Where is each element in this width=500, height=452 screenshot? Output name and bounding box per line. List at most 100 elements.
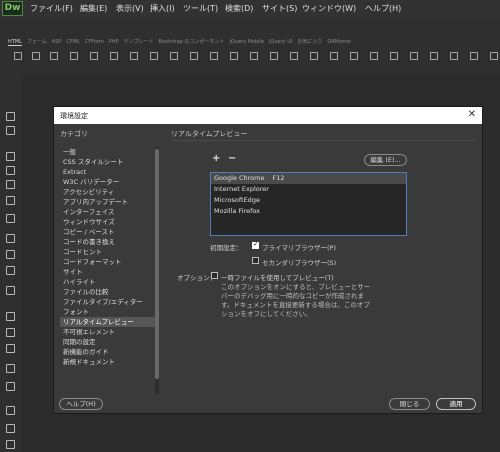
remove-browser-button[interactable]: − — [228, 154, 236, 164]
category-item[interactable]: アプリ内アップデート — [60, 197, 155, 207]
tab-cfml[interactable]: CFML — [66, 39, 79, 45]
menu-find[interactable]: 検索(D) — [225, 3, 253, 14]
script-icon[interactable] — [350, 52, 358, 60]
temp-file-label[interactable]: 一時ファイルを使用してプレビュー(T) — [221, 272, 334, 282]
figure-icon[interactable] — [110, 52, 118, 60]
category-item[interactable]: W3C バリデーター — [60, 177, 155, 187]
menu-more-icon[interactable] — [490, 52, 498, 60]
collapse-icon[interactable] — [6, 180, 15, 189]
secondary-browser-checkbox[interactable] — [252, 257, 259, 264]
menu-view[interactable]: 表示(V) — [116, 3, 144, 14]
move-css-icon[interactable] — [6, 382, 15, 391]
tab-form[interactable]: フォーム — [27, 38, 47, 45]
ul-icon[interactable] — [130, 52, 138, 60]
description-icon[interactable] — [410, 52, 418, 60]
primary-browser-checkbox[interactable] — [252, 240, 259, 249]
iframe-icon[interactable] — [450, 52, 458, 60]
tab-jquery-mobile[interactable]: jQuery Mobile — [229, 39, 264, 45]
meta-icon[interactable] — [370, 52, 378, 60]
category-item[interactable]: 新機能のガイド — [60, 347, 155, 357]
snippet-icon[interactable] — [6, 266, 15, 275]
aside-icon[interactable] — [270, 52, 278, 60]
open-document-icon[interactable] — [6, 112, 15, 121]
browser-item[interactable]: MicrosoftEdge — [211, 195, 406, 206]
code-view-icon[interactable] — [6, 152, 15, 161]
expand-icon[interactable] — [6, 196, 15, 205]
paragraph-icon[interactable] — [50, 52, 58, 60]
header-icon[interactable] — [210, 52, 218, 60]
category-item[interactable]: CSS スタイルシート — [60, 157, 155, 167]
tab-bootstrap[interactable]: Bootstrap のコンポーネント — [158, 38, 224, 45]
apply-button[interactable]: 適用 — [436, 398, 476, 410]
more-tools-icon[interactable] — [6, 440, 15, 449]
indent-icon[interactable] — [6, 286, 15, 295]
outdent-icon[interactable] — [6, 312, 15, 321]
tab-html[interactable]: HTML — [8, 39, 22, 46]
category-item[interactable]: アクセシビリティ — [60, 187, 155, 197]
tab-favorites[interactable]: お気に入り — [297, 38, 322, 45]
category-item[interactable]: ファイルの比較 — [60, 287, 155, 297]
recent-snippets-icon[interactable] — [6, 364, 15, 373]
image-icon[interactable] — [32, 52, 40, 60]
uncomment-icon[interactable] — [6, 250, 15, 259]
format-source-icon[interactable] — [6, 166, 15, 175]
customize-toolbar-icon[interactable] — [6, 424, 15, 433]
category-item[interactable]: フォント — [60, 307, 155, 317]
category-scrollbar[interactable] — [155, 147, 159, 394]
remove-comment-icon[interactable] — [6, 344, 15, 353]
tab-cfform[interactable]: CFForm — [85, 39, 104, 45]
help-button[interactable]: ヘルプ(H) — [59, 398, 103, 410]
main-icon[interactable] — [250, 52, 258, 60]
category-item[interactable]: ハイライト — [60, 277, 155, 287]
secondary-browser-label[interactable]: セカンダリブラウザー(S) — [262, 257, 336, 267]
heading-icon[interactable] — [70, 52, 78, 60]
category-item[interactable]: コードヒント — [60, 247, 155, 257]
div-icon[interactable] — [14, 52, 22, 60]
category-item[interactable]: ウィンドウサイズ — [60, 217, 155, 227]
link-icon[interactable] — [190, 52, 198, 60]
browser-item[interactable]: Internet Explorer — [211, 184, 406, 195]
browser-item-selected[interactable]: Google Chrome F12 — [211, 173, 406, 184]
table-icon[interactable] — [90, 52, 98, 60]
viewport-icon[interactable] — [430, 52, 438, 60]
file-management-icon[interactable] — [6, 126, 15, 135]
menu-window[interactable]: ウィンドウ(W) — [302, 3, 356, 14]
category-item-selected[interactable]: リアルタイムプレビュー — [60, 317, 155, 327]
category-item[interactable]: Extract — [60, 167, 155, 177]
ol-icon[interactable] — [150, 52, 158, 60]
keywords-icon[interactable] — [390, 52, 398, 60]
nav-icon[interactable] — [230, 52, 238, 60]
tab-php[interactable]: PHP — [109, 39, 119, 45]
tab-jquery-ui[interactable]: jQuery UI — [269, 39, 292, 45]
comment-icon[interactable] — [6, 234, 15, 243]
menu-site[interactable]: サイト(S) — [262, 3, 297, 14]
section-icon[interactable] — [310, 52, 318, 60]
footer-icon[interactable] — [330, 52, 338, 60]
tab-asp[interactable]: ASP — [52, 39, 62, 45]
category-item[interactable]: インターフェイス — [60, 207, 155, 217]
temp-file-checkbox[interactable] — [211, 272, 218, 279]
edit-button[interactable]: 編集 (E)... — [364, 154, 407, 166]
menu-edit[interactable]: 編集(E) — [80, 3, 107, 14]
category-item[interactable]: コードフォーマット — [60, 257, 155, 267]
category-item[interactable]: 一般 — [60, 147, 155, 157]
scrollbar-thumb[interactable] — [155, 149, 159, 379]
category-item[interactable]: 新規ドキュメント — [60, 357, 155, 367]
category-item[interactable]: コピー / ペースト — [60, 227, 155, 237]
category-item[interactable]: 不可視エレメント — [60, 327, 155, 337]
primary-browser-label[interactable]: プライマリブラウザー(P) — [262, 242, 336, 252]
close-button[interactable]: 閉じる — [389, 398, 430, 410]
close-icon[interactable]: ✕ — [468, 109, 476, 121]
menu-tools[interactable]: ツール(T) — [183, 3, 218, 14]
menu-file[interactable]: ファイル(F) — [30, 3, 73, 14]
menu-help[interactable]: ヘルプ(H) — [365, 3, 401, 14]
li-icon[interactable] — [170, 52, 178, 60]
article-icon[interactable] — [290, 52, 298, 60]
category-item[interactable]: 同期の設定 — [60, 337, 155, 347]
browser-item[interactable]: Mozilla Firefox — [211, 206, 406, 217]
category-item[interactable]: ファイルタイプ/エディター — [60, 297, 155, 307]
tab-template[interactable]: テンプレート — [124, 38, 154, 45]
apply-comment-icon[interactable] — [6, 328, 15, 337]
character-icon[interactable] — [470, 52, 478, 60]
category-item[interactable]: サイト — [60, 267, 155, 277]
